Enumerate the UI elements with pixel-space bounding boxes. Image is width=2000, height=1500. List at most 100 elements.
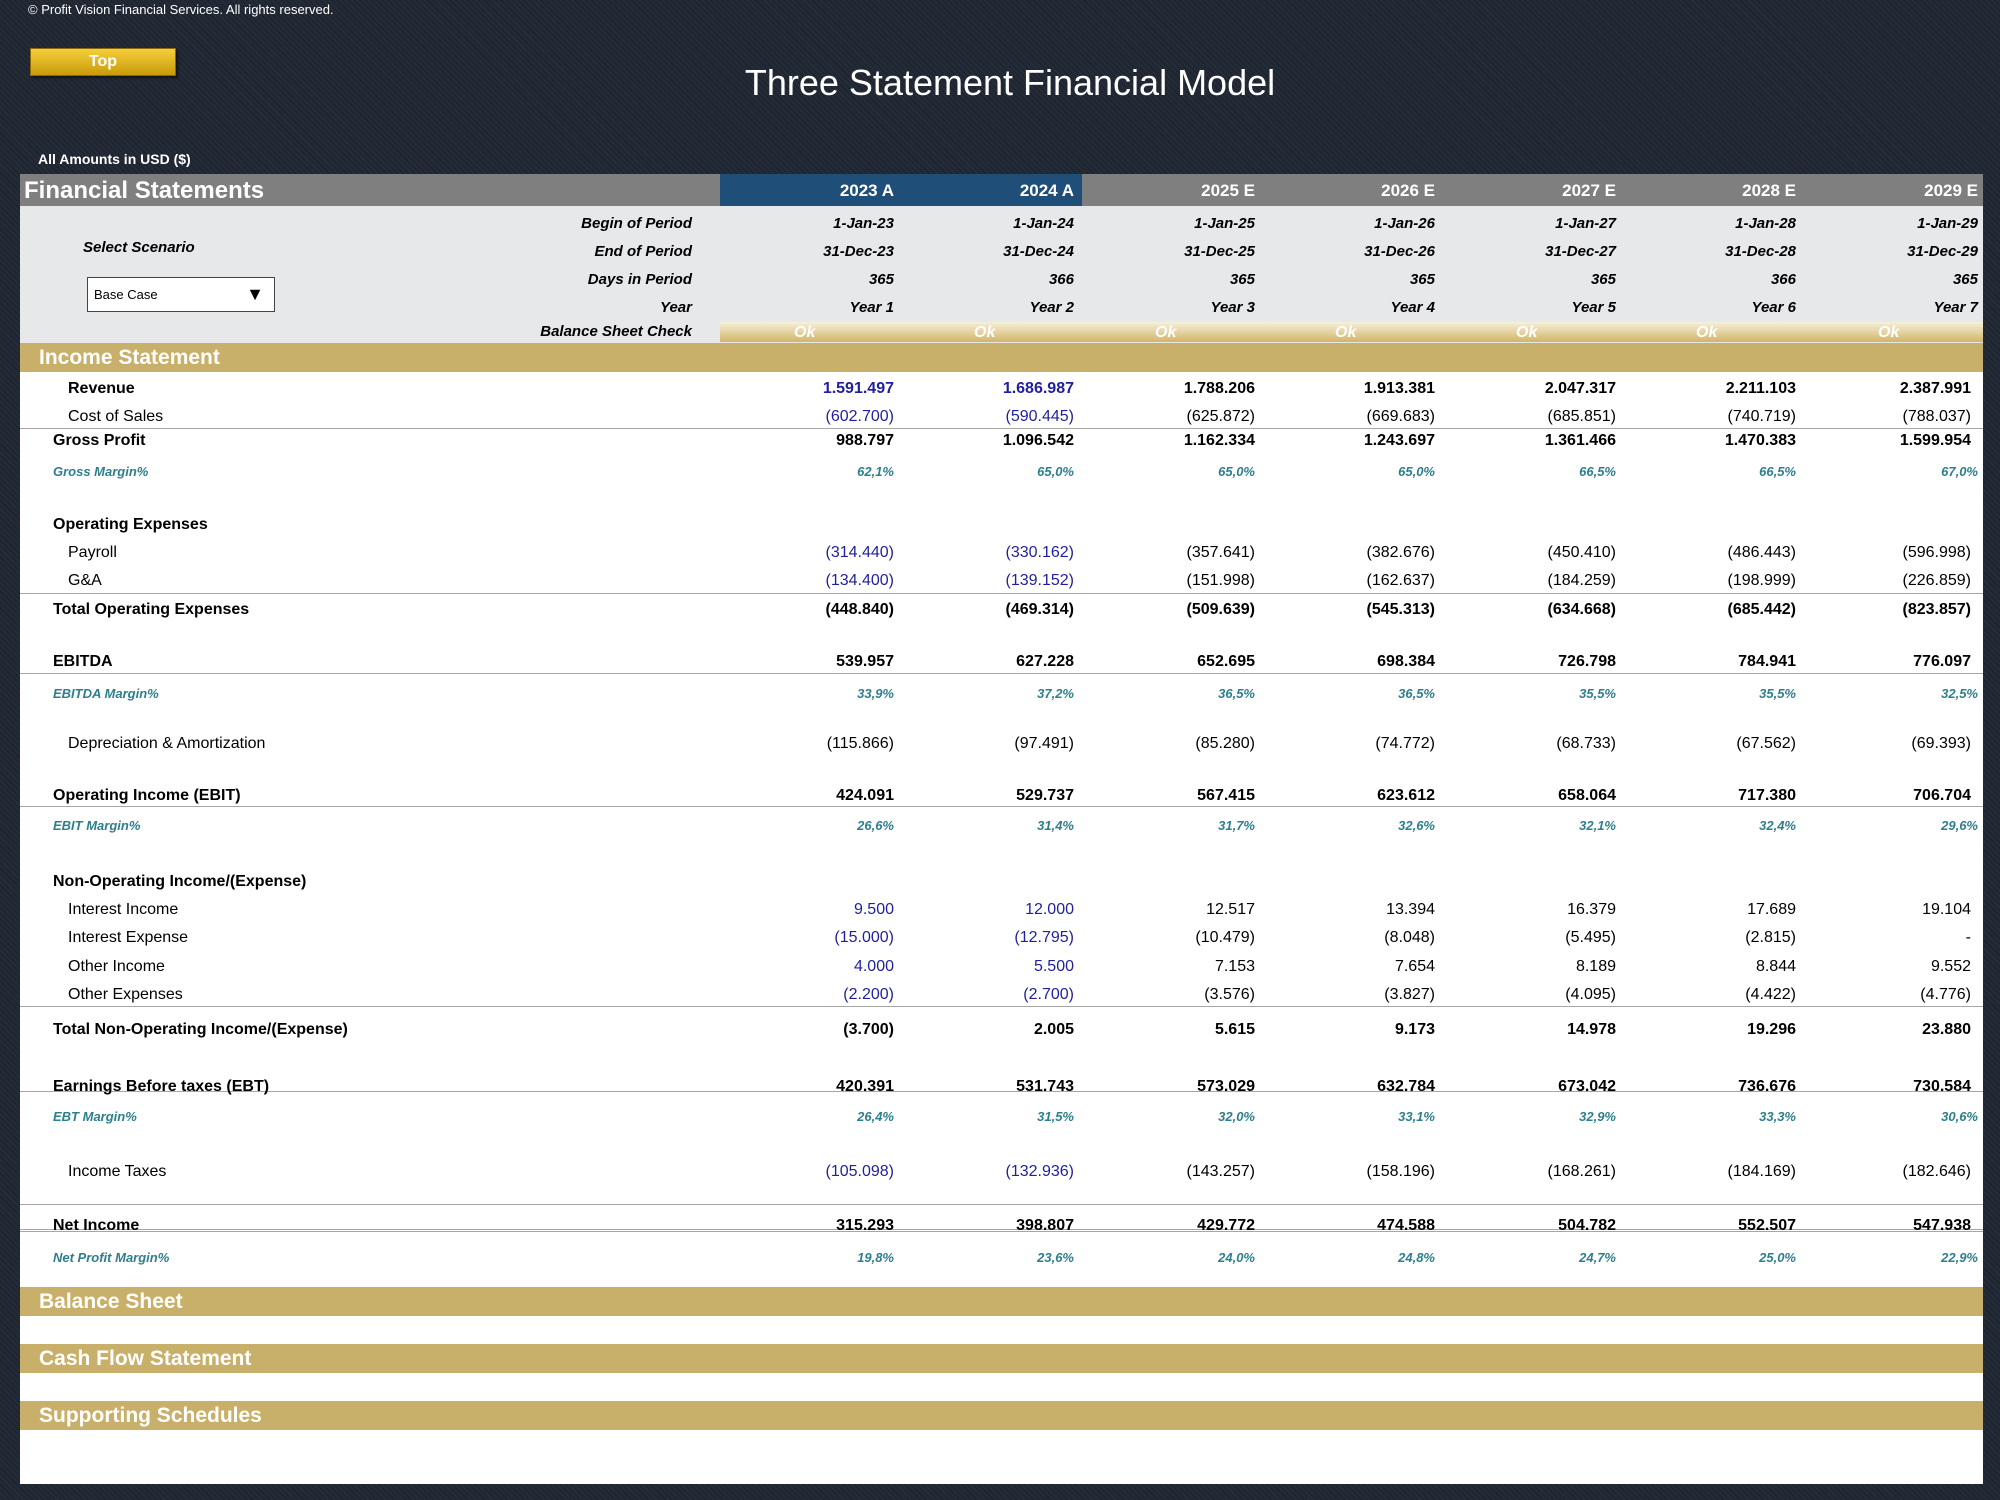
table-cell: 32,4% <box>1759 818 1796 833</box>
section-income-statement[interactable]: Income Statement <box>20 343 1983 372</box>
info-value: Year 7 <box>1933 299 1978 316</box>
table-cell: 24,0% <box>1218 1250 1255 1265</box>
balance-check-value: Ok <box>1516 324 1538 341</box>
table-cell: 19.104 <box>1922 901 1971 918</box>
table-cell: 7.153 <box>1214 958 1255 975</box>
financial-statements-sheet: Financial Statements Select Scenario Bas… <box>20 174 1983 1484</box>
column-header-1: 2023 A <box>839 181 894 200</box>
table-cell: (3.827) <box>1384 986 1435 1003</box>
info-value: 31-Dec-24 <box>1003 243 1074 260</box>
info-value: Year 2 <box>1029 299 1074 316</box>
table-cell: 2.047.317 <box>1544 380 1616 397</box>
table-cell: 529.737 <box>1016 787 1074 804</box>
row-label: Operating Expenses <box>53 516 208 533</box>
select-scenario-label: Select Scenario <box>83 239 195 256</box>
table-cell: (134.400) <box>825 572 895 589</box>
row-label: Income Taxes <box>68 1163 167 1180</box>
info-value: Year 5 <box>1571 299 1616 316</box>
row-label: EBITDA <box>53 653 113 670</box>
table-cell: 736.676 <box>1738 1078 1796 1095</box>
table-cell: (590.445) <box>1005 408 1075 425</box>
table-cell: 504.782 <box>1558 1217 1616 1234</box>
row-label: Interest Income <box>68 901 179 918</box>
table-cell: 673.042 <box>1558 1078 1616 1095</box>
info-value: 365 <box>1952 271 1978 288</box>
table-cell: 2.211.103 <box>1725 380 1796 397</box>
table-cell: 24,7% <box>1579 1250 1616 1265</box>
info-value: 31-Dec-28 <box>1725 243 1796 260</box>
table-cell: 652.695 <box>1197 653 1255 670</box>
table-cell: 552.507 <box>1738 1217 1796 1234</box>
amounts-note: All Amounts in USD ($) <box>38 151 191 167</box>
table-cell: (97.491) <box>1014 735 1074 752</box>
table-cell: (3.576) <box>1204 986 1255 1003</box>
section-cash-flow[interactable]: Cash Flow Statement <box>20 1344 1983 1373</box>
table-cell: 13.394 <box>1386 901 1435 918</box>
column-header-4: 2026 E <box>1381 181 1435 200</box>
row-label: Gross Margin% <box>53 464 149 479</box>
table-cell: (168.261) <box>1547 1163 1617 1180</box>
table-cell: 539.957 <box>836 653 894 670</box>
info-value: 1-Jan-26 <box>1374 215 1435 232</box>
section-balance-sheet[interactable]: Balance Sheet <box>20 1287 1983 1316</box>
row-label: Revenue <box>68 380 135 397</box>
row-label: Net Income <box>53 1217 140 1234</box>
balance-check-value: Ok <box>1696 324 1718 341</box>
table-cell: 315.293 <box>836 1217 894 1234</box>
scenario-dropdown[interactable]: Base Case ▼ <box>87 277 275 312</box>
scenario-value: Base Case <box>94 287 158 302</box>
table-cell: (634.668) <box>1547 601 1617 618</box>
table-cell: 730.584 <box>1913 1078 1971 1095</box>
row-divider <box>20 673 1983 674</box>
table-cell: 22,9% <box>1941 1250 1978 1265</box>
table-cell: (450.410) <box>1547 544 1617 561</box>
table-cell: (382.676) <box>1366 544 1436 561</box>
info-value: 1-Jan-27 <box>1555 215 1616 232</box>
info-value: Year 3 <box>1210 299 1255 316</box>
table-cell: 567.415 <box>1197 787 1255 804</box>
row-label: EBIT Margin% <box>53 818 141 833</box>
table-cell: 33,1% <box>1398 1109 1435 1124</box>
column-header-3: 2025 E <box>1201 181 1255 200</box>
table-cell: 36,5% <box>1218 686 1255 701</box>
table-cell: 23,6% <box>1037 1250 1074 1265</box>
table-cell: 1.361.466 <box>1544 432 1616 449</box>
table-cell: 30,6% <box>1941 1109 1978 1124</box>
info-label: Days in Period <box>587 271 692 288</box>
table-cell: (12.795) <box>1014 929 1074 946</box>
table-cell: 1.162.334 <box>1183 432 1255 449</box>
table-cell: 1.470.383 <box>1724 432 1796 449</box>
table-cell: (67.562) <box>1736 735 1796 752</box>
table-cell: 1.243.697 <box>1363 432 1435 449</box>
table-cell: (139.152) <box>1005 572 1075 589</box>
table-cell: 2.387.991 <box>1899 380 1971 397</box>
table-cell: 31,5% <box>1037 1109 1074 1124</box>
table-cell: 547.938 <box>1913 1217 1971 1234</box>
balance-check-label: Balance Sheet Check <box>540 323 692 340</box>
info-value: 31-Dec-25 <box>1184 243 1255 260</box>
section-supporting[interactable]: Supporting Schedules <box>20 1401 1983 1430</box>
dropdown-arrow-icon[interactable]: ▼ <box>236 278 274 311</box>
table-cell: (105.098) <box>825 1163 895 1180</box>
table-cell: 988.797 <box>836 432 894 449</box>
info-value: Year 4 <box>1390 299 1435 316</box>
table-cell: 35,5% <box>1759 686 1796 701</box>
row-label: Total Non-Operating Income/(Expense) <box>53 1021 348 1038</box>
table-cell: 5.615 <box>1214 1021 1255 1038</box>
table-cell: (69.393) <box>1911 735 1971 752</box>
table-cell: (685.851) <box>1547 408 1617 425</box>
info-value: 31-Dec-27 <box>1545 243 1616 260</box>
table-cell: (143.257) <box>1186 1163 1256 1180</box>
row-label: Payroll <box>68 544 117 561</box>
table-cell: (132.936) <box>1005 1163 1075 1180</box>
table-cell: (469.314) <box>1005 601 1075 618</box>
table-cell: 7.654 <box>1394 958 1435 975</box>
table-cell: (788.037) <box>1902 408 1972 425</box>
table-cell: 33,3% <box>1759 1109 1796 1124</box>
table-cell: (184.169) <box>1727 1163 1797 1180</box>
info-value: Year 6 <box>1751 299 1796 316</box>
table-cell: (4.422) <box>1745 986 1796 1003</box>
table-cell: (669.683) <box>1366 408 1436 425</box>
info-value: 365 <box>1229 271 1255 288</box>
table-cell: 776.097 <box>1913 653 1971 670</box>
